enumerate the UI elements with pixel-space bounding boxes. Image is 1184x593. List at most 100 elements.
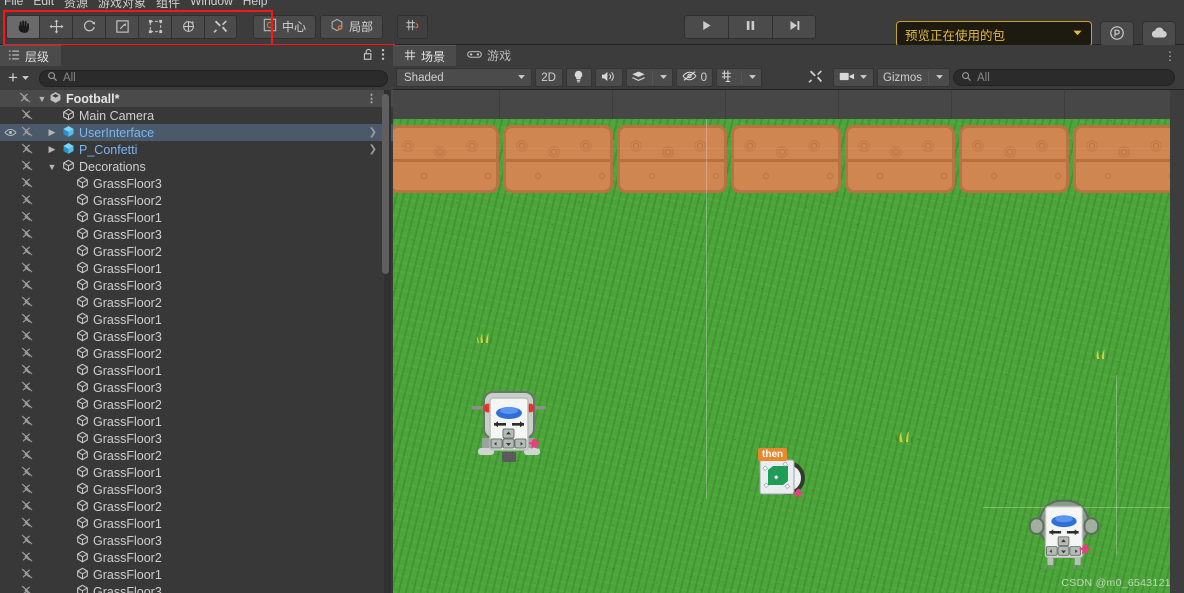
- pick-toggle-icon[interactable]: [20, 364, 34, 378]
- hierarchy-item-grassfloor1[interactable]: GrassFloor1: [0, 566, 393, 583]
- package-preview-dropdown[interactable]: 预览正在使用的包: [896, 21, 1092, 47]
- pick-toggle-icon[interactable]: [20, 245, 34, 259]
- hierarchy-item-grassfloor1[interactable]: GrassFloor1: [0, 413, 393, 430]
- menu-component[interactable]: 组件: [156, 0, 180, 9]
- pause-button[interactable]: [728, 15, 772, 39]
- menu-help[interactable]: Help: [243, 0, 268, 9]
- scene-search-input[interactable]: All: [953, 69, 1175, 86]
- tab-scene[interactable]: 场景: [393, 45, 457, 66]
- pick-toggle-icon[interactable]: [20, 126, 34, 140]
- cloud-button[interactable]: [1142, 21, 1176, 47]
- hierarchy-item-grassfloor2[interactable]: GrassFloor2: [0, 549, 393, 566]
- hierarchy-item-grassfloor1[interactable]: GrassFloor1: [0, 260, 393, 277]
- play-button[interactable]: [684, 15, 728, 39]
- gizmos-dropdown[interactable]: Gizmos: [877, 68, 950, 87]
- hierarchy-item-grassfloor1[interactable]: GrassFloor1: [0, 464, 393, 481]
- hierarchy-item-grassfloor2[interactable]: GrassFloor2: [0, 294, 393, 311]
- pick-toggle-icon[interactable]: [20, 432, 34, 446]
- hierarchy-item-grassfloor1[interactable]: GrassFloor1: [0, 362, 393, 379]
- pick-toggle-icon[interactable]: [20, 398, 34, 412]
- 2d-toggle-button[interactable]: 2D: [534, 68, 563, 87]
- hierarchy-tree[interactable]: ▼ Football* ⋮ Main Camera ▶ UserInterface ❯…: [0, 90, 393, 593]
- code-tile-then[interactable]: then: [758, 448, 810, 504]
- robot-player-left[interactable]: [470, 384, 548, 464]
- expand-arrow-icon[interactable]: ▶: [46, 127, 58, 138]
- hierarchy-item-grassfloor3[interactable]: GrassFloor3: [0, 226, 393, 243]
- kebab-menu-icon[interactable]: [381, 48, 385, 64]
- hierarchy-item-p-confetti[interactable]: ▶ P_Confetti ❯: [0, 141, 393, 158]
- scale-tool-button[interactable]: [105, 14, 138, 39]
- hierarchy-item-grassfloor3[interactable]: GrassFloor3: [0, 175, 393, 192]
- fx-toggle-button[interactable]: [625, 68, 673, 87]
- audio-toggle-button[interactable]: [594, 68, 623, 87]
- tab-game[interactable]: 游戏: [456, 45, 522, 66]
- hierarchy-item-grassfloor2[interactable]: GrassFloor2: [0, 192, 393, 209]
- pick-toggle-icon[interactable]: [20, 177, 34, 191]
- transform-tool-button[interactable]: [171, 14, 204, 39]
- rect-tool-button[interactable]: [138, 14, 171, 39]
- pick-toggle-icon[interactable]: [20, 500, 34, 514]
- hierarchy-item-grassfloor2[interactable]: GrassFloor2: [0, 345, 393, 362]
- pick-toggle-icon[interactable]: [20, 415, 34, 429]
- pick-toggle-icon[interactable]: [20, 551, 34, 565]
- menu-items[interactable]: File Edit 资源 游戏对象 组件 Window Help: [4, 0, 267, 9]
- pick-toggle-icon[interactable]: [20, 347, 34, 361]
- hierarchy-scene-row[interactable]: ▼ Football* ⋮: [0, 90, 393, 107]
- pick-toggle-icon[interactable]: [20, 381, 34, 395]
- move-tool-button[interactable]: [39, 14, 72, 39]
- tab-hierarchy[interactable]: 层级: [0, 45, 62, 66]
- hierarchy-item-grassfloor2[interactable]: GrassFloor2: [0, 447, 393, 464]
- collab-button[interactable]: [1100, 21, 1134, 47]
- coordinate-space-button[interactable]: 局部: [320, 14, 384, 39]
- step-button[interactable]: [772, 15, 816, 39]
- pick-toggle-icon[interactable]: [20, 143, 34, 157]
- pick-toggle-icon[interactable]: [20, 228, 34, 242]
- hierarchy-item-grassfloor2[interactable]: GrassFloor2: [0, 396, 393, 413]
- pick-toggle-icon[interactable]: [20, 313, 34, 327]
- pick-toggle-icon[interactable]: [20, 466, 34, 480]
- pick-toggle-icon[interactable]: [20, 517, 34, 531]
- snap-toggle-button[interactable]: [397, 14, 429, 39]
- grid-visibility-button[interactable]: [716, 68, 763, 87]
- collapse-arrow-icon[interactable]: ▼: [46, 162, 58, 172]
- pick-toggle-icon[interactable]: [20, 160, 34, 174]
- hierarchy-scrollbar-thumb[interactable]: [382, 94, 389, 274]
- hierarchy-item-grassfloor3[interactable]: GrassFloor3: [0, 277, 393, 294]
- visibility-toggle-icon[interactable]: [4, 126, 17, 140]
- pick-toggle-icon[interactable]: [20, 296, 34, 310]
- pick-toggle-icon[interactable]: [20, 279, 34, 293]
- menu-window[interactable]: Window: [190, 0, 233, 9]
- hierarchy-search-input[interactable]: All: [38, 69, 388, 87]
- pick-toggle-icon[interactable]: [20, 194, 34, 208]
- menu-file[interactable]: File: [4, 0, 23, 9]
- hierarchy-item-grassfloor2[interactable]: GrassFloor2: [0, 243, 393, 260]
- pivot-mode-button[interactable]: 中心: [253, 14, 317, 39]
- hierarchy-item-grassfloor1[interactable]: GrassFloor1: [0, 515, 393, 532]
- hierarchy-item-decorations[interactable]: ▼ Decorations: [0, 158, 393, 175]
- scene-view-kebab-icon[interactable]: ⋮: [1164, 49, 1184, 63]
- rotate-tool-button[interactable]: [72, 14, 105, 39]
- hierarchy-item-grassfloor2[interactable]: GrassFloor2: [0, 498, 393, 515]
- hierarchy-item-grassfloor3[interactable]: GrassFloor3: [0, 481, 393, 498]
- lighting-toggle-button[interactable]: [565, 68, 592, 87]
- hierarchy-item-grassfloor3[interactable]: GrassFloor3: [0, 532, 393, 549]
- scene-tools-button[interactable]: [801, 68, 830, 87]
- hand-tool-button[interactable]: [6, 14, 39, 39]
- pick-toggle-icon[interactable]: [20, 211, 34, 225]
- custom-tool-button[interactable]: [204, 14, 237, 39]
- lock-icon[interactable]: [363, 48, 374, 64]
- chevron-right-icon[interactable]: ❯: [369, 127, 377, 138]
- hierarchy-scrollbar-track[interactable]: ▲: [382, 90, 391, 593]
- add-gameobject-button[interactable]: +: [5, 69, 33, 87]
- pick-toggle-icon[interactable]: [20, 534, 34, 548]
- hierarchy-item-grassfloor3[interactable]: GrassFloor3: [0, 379, 393, 396]
- expand-arrow-icon[interactable]: ▶: [46, 144, 58, 155]
- scene-kebab-icon[interactable]: ⋮: [366, 92, 377, 105]
- scene-camera-button[interactable]: [833, 68, 875, 87]
- pick-toggle-icon[interactable]: [20, 109, 34, 123]
- pick-toggle-icon[interactable]: [20, 330, 34, 344]
- hierarchy-item-grassfloor1[interactable]: GrassFloor1: [0, 209, 393, 226]
- draw-mode-dropdown[interactable]: Shaded: [396, 68, 532, 87]
- hierarchy-item-userinterface[interactable]: ▶ UserInterface ❯: [0, 124, 393, 141]
- hidden-objects-button[interactable]: 0: [675, 68, 714, 87]
